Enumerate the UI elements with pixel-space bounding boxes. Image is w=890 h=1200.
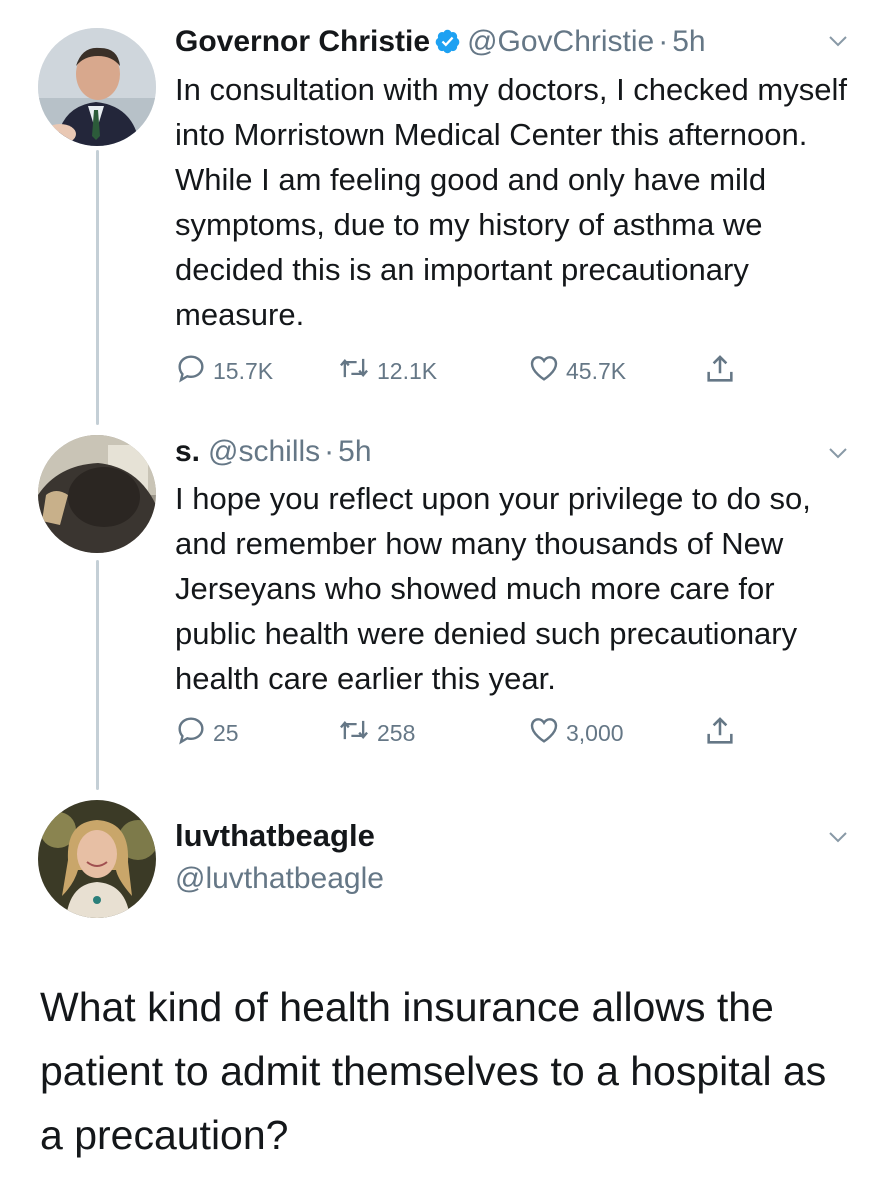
like-button[interactable]: 3,000: [528, 714, 624, 752]
reply-count: 25: [213, 719, 239, 746]
avatar-photo: [38, 435, 156, 553]
tweet-header: Governor Christie @GovChristie · 5h: [175, 22, 706, 66]
avatar[interactable]: [38, 435, 156, 553]
retweet-icon: [337, 714, 377, 752]
thread-line: [96, 560, 99, 790]
thread-line: [96, 150, 99, 425]
chevron-down-icon[interactable]: [828, 34, 848, 52]
display-name[interactable]: s.: [175, 435, 200, 468]
like-icon: [528, 352, 566, 390]
retweet-icon: [337, 352, 377, 390]
share-button[interactable]: [703, 714, 743, 754]
reply-icon: [175, 352, 213, 390]
like-count: 45.7K: [566, 357, 627, 384]
separator: ·: [324, 435, 335, 468]
tweet-text: In consultation with my doctors, I check…: [175, 72, 847, 332]
like-icon: [528, 714, 566, 752]
verified-badge-icon: [434, 26, 461, 66]
reply-button[interactable]: 15.7K: [175, 352, 273, 390]
handle[interactable]: @schills: [208, 435, 320, 468]
share-icon: [703, 352, 743, 392]
timestamp[interactable]: 5h: [672, 25, 705, 58]
retweet-count: 12.1K: [377, 357, 438, 384]
reply-button[interactable]: 25: [175, 714, 239, 752]
share-icon: [703, 714, 743, 754]
separator: ·: [658, 25, 669, 58]
tweet-text: What kind of health insurance allows the…: [40, 984, 827, 1158]
tweet-header: s. @schills · 5h: [175, 432, 372, 472]
timestamp[interactable]: 5h: [338, 435, 371, 468]
reply-icon: [175, 714, 213, 752]
like-button[interactable]: 45.7K: [528, 352, 626, 390]
avatar-photo: [38, 28, 156, 146]
retweet-count: 258: [377, 719, 416, 746]
retweet-button[interactable]: 12.1K: [337, 352, 437, 390]
share-button[interactable]: [703, 352, 743, 392]
avatar[interactable]: [38, 28, 156, 146]
like-count: 3,000: [566, 719, 624, 746]
display-name[interactable]: Governor Christie: [175, 25, 430, 58]
avatar-photo: [38, 800, 156, 918]
chevron-down-icon[interactable]: [828, 446, 848, 464]
reply-count: 15.7K: [213, 357, 274, 384]
chevron-down-icon[interactable]: [828, 830, 848, 848]
handle[interactable]: @luvthatbeagle: [175, 862, 384, 896]
avatar[interactable]: [38, 800, 156, 918]
handle[interactable]: @GovChristie: [467, 25, 654, 58]
retweet-button[interactable]: 258: [337, 714, 415, 752]
display-name[interactable]: luvthatbeagle: [175, 818, 375, 854]
tweet-text: I hope you reflect upon your privilege t…: [175, 481, 811, 696]
